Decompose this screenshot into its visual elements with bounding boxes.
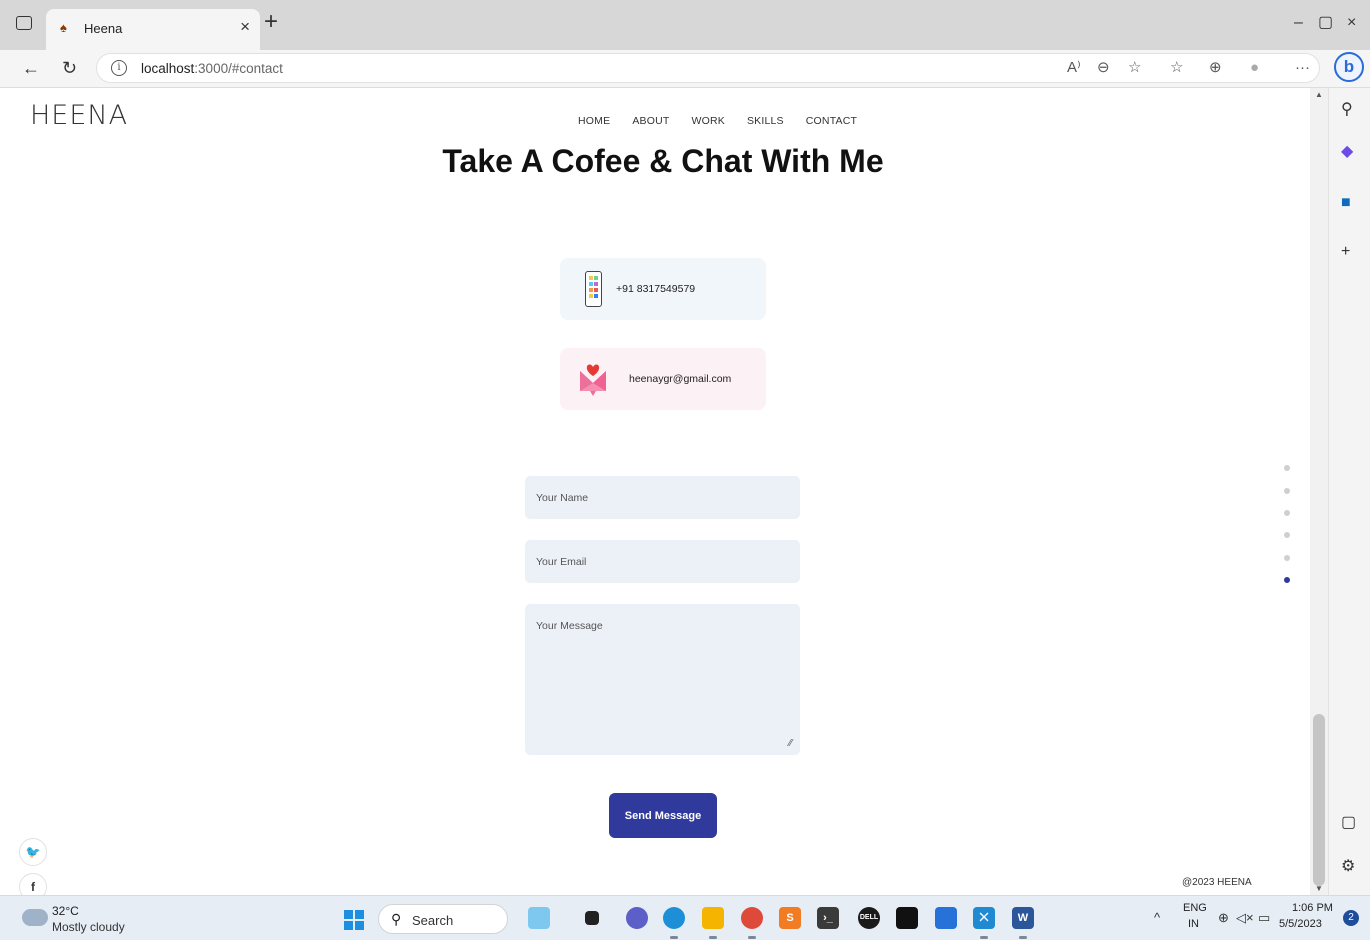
url-text[interactable]: localhost:3000/#contact (141, 61, 283, 76)
meet-icon[interactable] (626, 907, 648, 929)
refresh-icon[interactable]: ↻ (62, 57, 77, 79)
nav-home[interactable]: HOME (578, 115, 610, 127)
tab-actions-icon[interactable] (16, 16, 32, 30)
section-dot-4[interactable] (1284, 532, 1290, 538)
site-logo[interactable]: HEENA (30, 100, 128, 131)
settings-icon[interactable]: ⚙ (1341, 858, 1355, 876)
notification-badge[interactable]: 2 (1343, 910, 1359, 926)
taskbar-search[interactable]: ⚲ Search (378, 904, 508, 934)
phone-number: +91 8317549579 (616, 283, 696, 295)
address-bar[interactable]: i localhost:3000/#contact A⁾ ⊖ ☆ ☆ ⊕ ● ·… (96, 53, 1320, 83)
mail-heart-icon (580, 364, 606, 396)
language-indicator[interactable]: ENG (1183, 902, 1207, 914)
info-icon[interactable]: i (111, 60, 127, 76)
cmd-icon[interactable] (896, 907, 918, 929)
phone-card[interactable]: +91 8317549579 (560, 258, 766, 320)
search-icon[interactable]: ⚲ (1341, 101, 1353, 119)
facebook-icon[interactable]: f (19, 873, 47, 895)
restore-button[interactable]: ▢ (1318, 14, 1333, 32)
contact-headline: Take A Cofee & Chat With Me (442, 143, 884, 179)
cloud-icon[interactable] (22, 909, 48, 926)
outlook-icon[interactable]: ■ (1341, 194, 1351, 212)
browser-tab[interactable]: ♠ Heena × (46, 9, 260, 50)
page-viewport: HEENA HOME ABOUT WORK SKILLS CONTACT Tak… (0, 88, 1310, 895)
minimize-button[interactable]: – (1294, 14, 1303, 32)
message-textarea[interactable] (525, 604, 800, 755)
network-icon[interactable]: ⊕ (1218, 910, 1229, 926)
windows-taskbar: 32°C Mostly cloudy ⚲ Search S ›_ DELL ⨉ … (0, 895, 1370, 940)
resize-handle-icon[interactable]: ⁄⁄ (789, 738, 792, 749)
photos-icon[interactable] (528, 907, 550, 929)
chrome-icon[interactable] (741, 907, 763, 929)
nav-contact[interactable]: CONTACT (806, 115, 857, 127)
copyright-text: @2023 HEENA (1182, 877, 1252, 888)
search-glyph-icon: ⚲ (391, 911, 402, 927)
section-dot-6-active[interactable] (1284, 577, 1290, 583)
windows-start-icon[interactable] (344, 910, 364, 930)
sublime-icon[interactable]: S (779, 907, 801, 929)
volume-muted-icon[interactable]: ◁× (1236, 910, 1254, 926)
weather-temp[interactable]: 32°C (52, 904, 79, 918)
bing-icon[interactable]: b (1334, 52, 1364, 82)
nav-about[interactable]: ABOUT (632, 115, 669, 127)
tab-bar: ♠ Heena × + – ▢ × (0, 0, 1370, 50)
terminal-icon[interactable]: ›_ (817, 907, 839, 929)
scroll-up-icon[interactable]: ▲ (1315, 90, 1323, 99)
email-address: heenaygr@gmail.com (629, 373, 732, 385)
file-explorer-icon[interactable] (702, 907, 724, 929)
name-input[interactable] (525, 476, 800, 519)
clock-date[interactable]: 5/5/2023 (1279, 918, 1322, 930)
close-window-button[interactable]: × (1347, 14, 1356, 32)
scroll-thumb[interactable] (1313, 714, 1325, 886)
section-dot-1[interactable] (1284, 465, 1290, 471)
back-icon[interactable]: ← (22, 57, 40, 79)
tab-title: Heena (84, 21, 123, 36)
section-dot-3[interactable] (1284, 510, 1290, 516)
browser-toolbar: ← ↻ i localhost:3000/#contact A⁾ ⊖ ☆ ☆ ⊕… (0, 50, 1370, 88)
tab-favicon-icon: ♠ (60, 20, 67, 35)
edge-sidebar: ⚲ ◆ ■ + ▢ ⚙ (1328, 88, 1370, 895)
send-message-button[interactable]: Send Message (609, 793, 717, 838)
show-hidden-icons[interactable]: ^ (1154, 910, 1160, 925)
favorite-add-icon[interactable]: ☆ (1128, 58, 1141, 78)
add-icon[interactable]: + (1341, 243, 1350, 261)
word-icon[interactable]: W (1012, 907, 1034, 929)
phone-icon (585, 271, 602, 307)
region-indicator[interactable]: IN (1188, 918, 1199, 930)
section-dot-2[interactable] (1284, 488, 1290, 494)
clock-time[interactable]: 1:06 PM (1292, 902, 1333, 914)
vscode-icon[interactable]: ⨉ (973, 907, 995, 929)
twitter-icon[interactable]: 🐦 (19, 838, 47, 866)
collections-icon[interactable]: ⊕ (1209, 58, 1222, 78)
edge-icon[interactable] (663, 907, 685, 929)
scroll-down-icon[interactable]: ▼ (1315, 884, 1323, 893)
task-view-icon[interactable] (585, 911, 599, 925)
section-dot-5[interactable] (1284, 555, 1290, 561)
email-card[interactable]: heenaygr@gmail.com (560, 348, 766, 410)
main-nav: HOME ABOUT WORK SKILLS CONTACT (578, 115, 857, 127)
email-input[interactable] (525, 540, 800, 583)
store-icon[interactable] (935, 907, 957, 929)
copilot-icon[interactable]: ◆ (1341, 143, 1353, 161)
nav-skills[interactable]: SKILLS (747, 115, 784, 127)
weather-desc[interactable]: Mostly cloudy (52, 920, 125, 934)
more-icon[interactable]: ··· (1295, 58, 1310, 78)
favorites-icon[interactable]: ☆ (1170, 58, 1183, 78)
dell-icon[interactable]: DELL (858, 907, 880, 929)
battery-icon[interactable]: ▭ (1258, 910, 1270, 926)
new-tab-button[interactable]: + (264, 10, 278, 34)
nav-work[interactable]: WORK (691, 115, 724, 127)
split-screen-icon[interactable]: ▢ (1341, 814, 1356, 832)
tab-close-button[interactable]: × (240, 18, 250, 36)
read-aloud-icon[interactable]: A⁾ (1067, 58, 1081, 78)
search-label: Search (412, 913, 454, 928)
zoom-icon[interactable]: ⊖ (1097, 58, 1110, 78)
profile-icon[interactable]: ● (1250, 58, 1259, 78)
page-scrollbar[interactable]: ▲ ▼ (1310, 88, 1328, 895)
